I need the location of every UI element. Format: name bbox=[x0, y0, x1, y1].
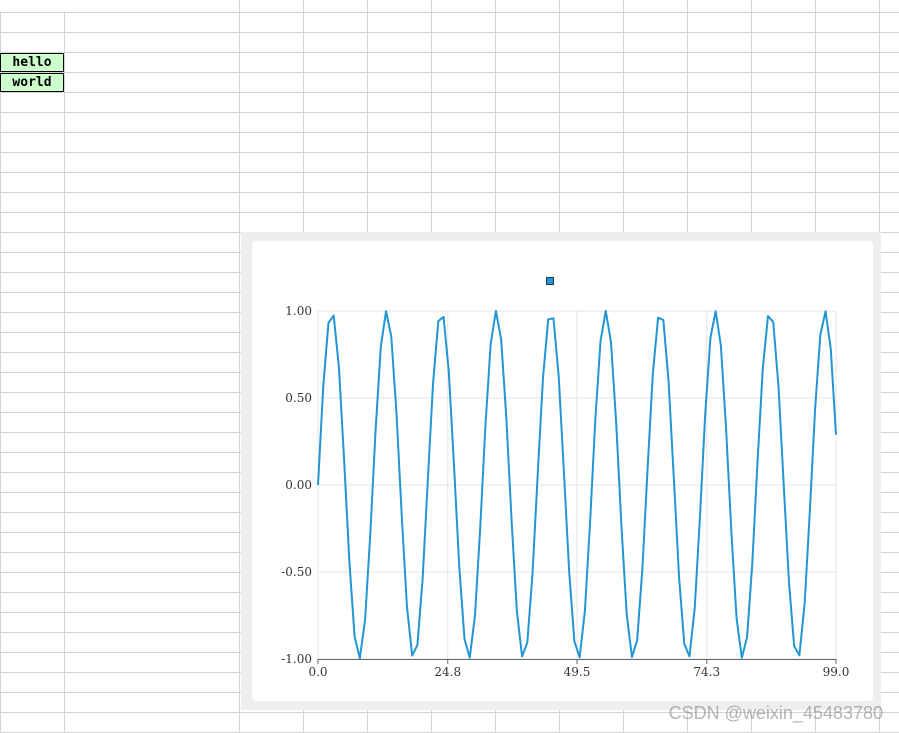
y-tick-label: -0.50 bbox=[281, 565, 312, 579]
x-tick-label: 49.5 bbox=[564, 665, 591, 679]
x-tick-label: 0.0 bbox=[308, 665, 327, 679]
chart-legend bbox=[546, 277, 554, 285]
x-tick-label: 24.8 bbox=[434, 665, 461, 679]
watermark-text: CSDN @weixin_45483780 bbox=[668, 703, 883, 723]
x-tick-label: 74.3 bbox=[693, 665, 720, 679]
x-tick-label: 99.0 bbox=[823, 665, 850, 679]
y-tick-label: 1.00 bbox=[285, 304, 312, 318]
y-tick-label: 0.50 bbox=[285, 391, 312, 405]
y-tick-label: 0.00 bbox=[285, 478, 312, 492]
chart-axes bbox=[317, 659, 837, 664]
legend-marker bbox=[546, 277, 554, 285]
chart-gridlines bbox=[317, 310, 837, 660]
line-chart: 1.00 0.50 0.00 -0.50 -1.000.0 24.8 49.5 74.3 99.… bbox=[281, 277, 850, 679]
y-tick-label: -1.00 bbox=[281, 652, 312, 666]
